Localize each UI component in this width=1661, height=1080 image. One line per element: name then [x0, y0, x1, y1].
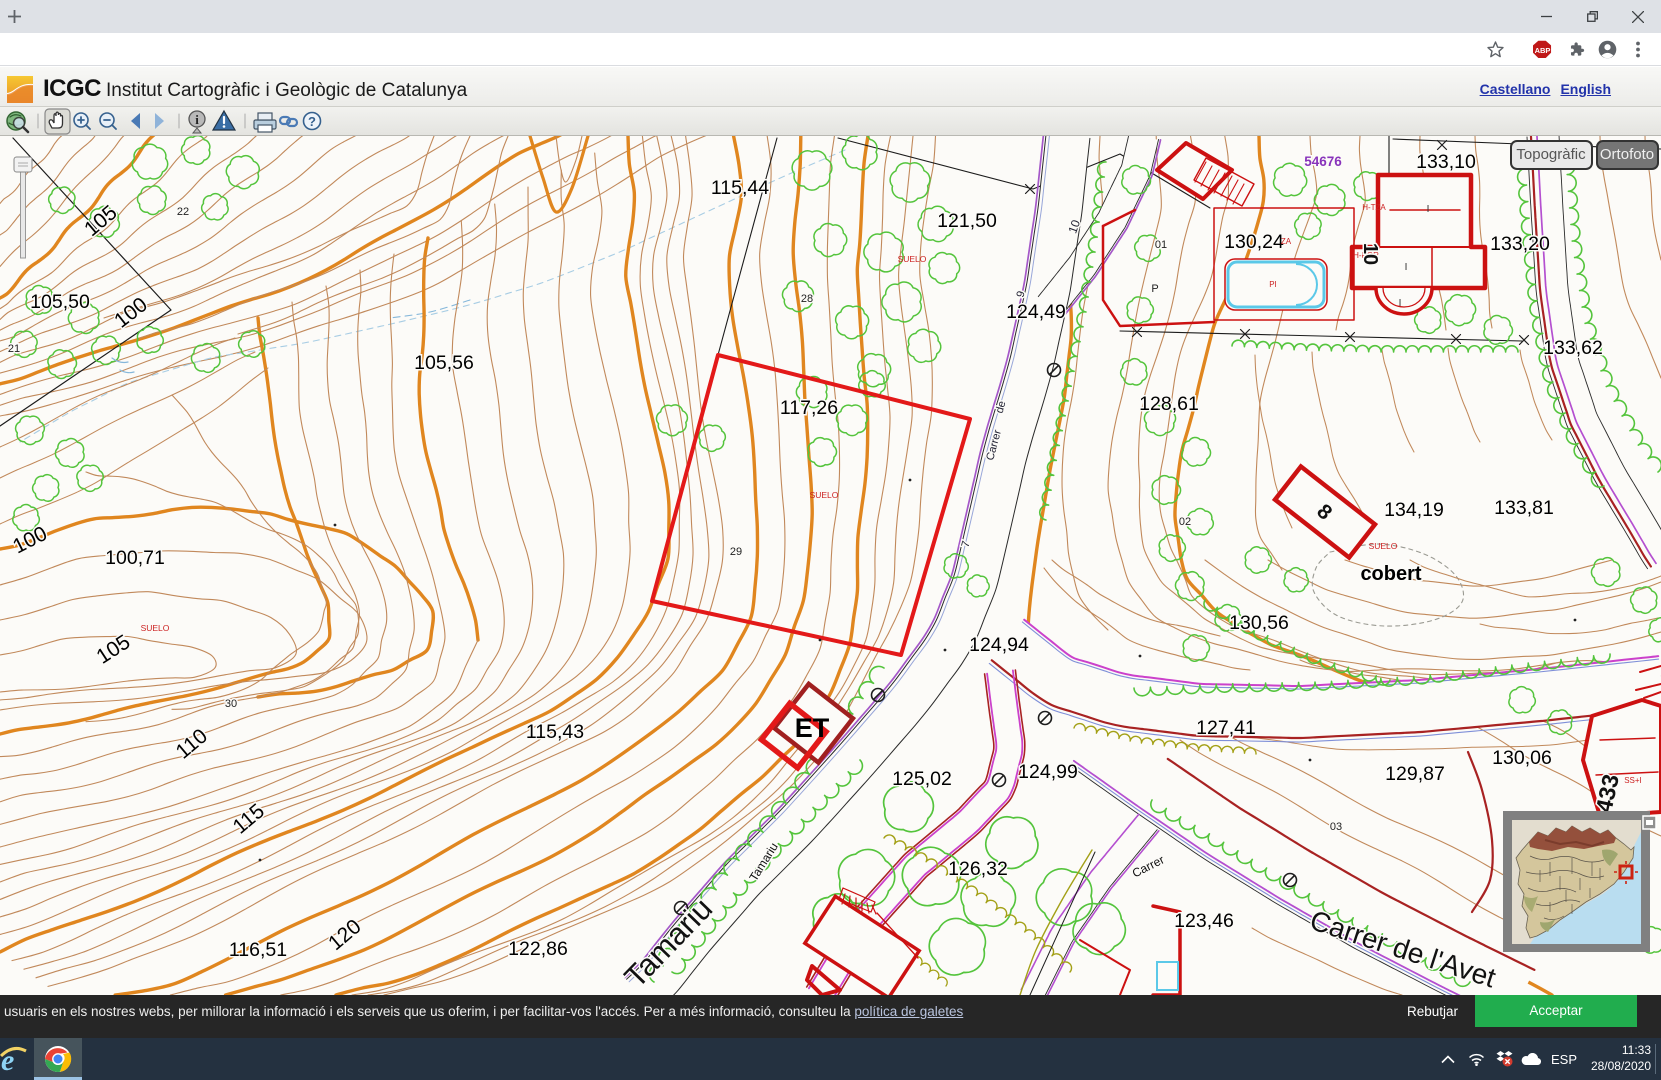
svg-text:123,46: 123,46 — [1174, 910, 1234, 932]
svg-text:I: I — [1405, 262, 1408, 273]
svg-text:128,61: 128,61 — [1139, 393, 1199, 415]
svg-text:ZA: ZA — [1281, 237, 1292, 246]
svg-text:124,99: 124,99 — [1018, 761, 1078, 783]
svg-text:21: 21 — [8, 343, 20, 355]
svg-text:125,02: 125,02 — [892, 768, 952, 790]
svg-text:130,56: 130,56 — [1229, 612, 1289, 634]
svg-text:130,24: 130,24 — [1224, 231, 1284, 253]
svg-text:SUELO: SUELO — [810, 490, 839, 500]
svg-text:ET: ET — [795, 713, 830, 743]
svg-text:130,06: 130,06 — [1492, 747, 1552, 769]
svg-text:115,43: 115,43 — [526, 721, 584, 743]
svg-text:100,71: 100,71 — [105, 547, 165, 569]
svg-text:?: ? — [308, 114, 316, 129]
svg-text:133,81: 133,81 — [1494, 497, 1554, 519]
svg-text:H-TZA: H-TZA — [1362, 203, 1386, 212]
svg-text:Ortofoto: Ortofoto — [1600, 146, 1654, 163]
svg-text:28: 28 — [801, 293, 813, 305]
svg-text:133,20: 133,20 — [1490, 233, 1550, 255]
svg-text:SUELO: SUELO — [141, 623, 170, 633]
svg-text:cobert: cobert — [1360, 563, 1421, 585]
svg-text:SS+I: SS+I — [1624, 776, 1642, 785]
svg-text:134,19: 134,19 — [1384, 499, 1444, 521]
svg-text:SUELO: SUELO — [898, 254, 927, 264]
svg-text:P: P — [1151, 283, 1158, 295]
svg-text:124,49: 124,49 — [1006, 301, 1066, 323]
svg-text:121,50: 121,50 — [937, 210, 997, 232]
svg-text:115,44: 115,44 — [711, 177, 769, 199]
svg-text:Topogràfic: Topogràfic — [1516, 146, 1586, 163]
svg-text:i: i — [195, 112, 199, 127]
svg-text:127,41: 127,41 — [1196, 717, 1256, 739]
svg-text:PI: PI — [1269, 280, 1277, 289]
svg-text:116,51: 116,51 — [229, 939, 287, 961]
svg-text:105,56: 105,56 — [414, 352, 474, 374]
svg-text:ABP: ABP — [1535, 46, 1551, 55]
svg-text:I: I — [1427, 204, 1430, 215]
svg-text:I: I — [1399, 298, 1402, 309]
svg-text:124,94: 124,94 — [969, 634, 1029, 656]
svg-text:129,87: 129,87 — [1385, 763, 1445, 785]
svg-text:122,86: 122,86 — [508, 938, 568, 960]
svg-text:133,62: 133,62 — [1543, 337, 1603, 359]
svg-text:22: 22 — [177, 206, 189, 218]
svg-text:133,10: 133,10 — [1416, 151, 1476, 173]
svg-text:SUELO: SUELO — [1369, 541, 1398, 551]
svg-text:29: 29 — [730, 546, 742, 558]
svg-text:03: 03 — [1330, 821, 1342, 833]
svg-text:10: 10 — [1359, 243, 1381, 265]
svg-text:126,32: 126,32 — [948, 858, 1008, 880]
svg-text:01: 01 — [1155, 239, 1167, 251]
svg-text:30: 30 — [225, 698, 237, 710]
svg-text:02: 02 — [1179, 516, 1191, 528]
svg-text:54676: 54676 — [1304, 154, 1342, 169]
svg-text:105,50: 105,50 — [30, 291, 90, 313]
svg-text:117,26: 117,26 — [780, 397, 838, 419]
